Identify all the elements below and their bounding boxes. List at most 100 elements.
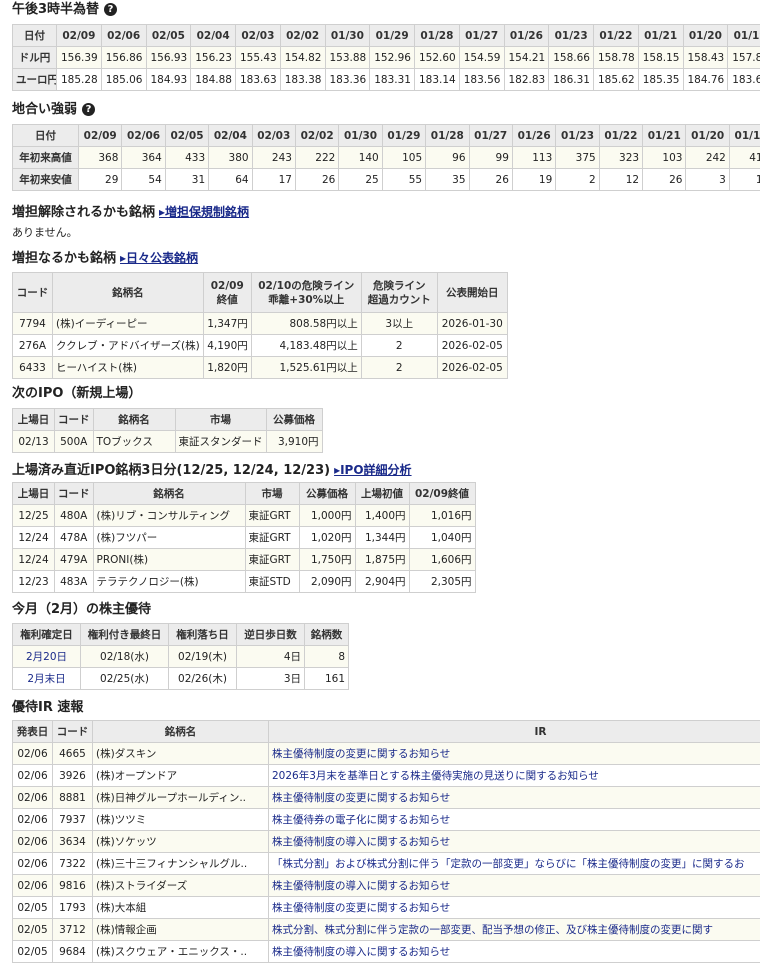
record-date-cell-link[interactable]: 2月末日 xyxy=(27,673,65,685)
date-header-2: 02/05 xyxy=(145,24,192,47)
date-header-5: 02/02 xyxy=(294,124,340,147)
market-cell: 東証スタンダード xyxy=(174,430,267,453)
market-cell: 東証GRT xyxy=(244,526,300,549)
ir-cell[interactable]: 株主優待制度の変更に関するお知らせ xyxy=(268,896,760,919)
price-cell: 3,910円 xyxy=(265,430,323,453)
code-cell: 7322 xyxy=(52,852,93,875)
close-cell: 1,606円 xyxy=(408,548,476,571)
strength-table-wrap: 日付 02/09 02/06 02/05 02/04 02/03 02/02 01/30 01… xyxy=(12,124,760,191)
ir-cell-link[interactable]: 株主優待制度の導入に関するお知らせ xyxy=(272,836,450,848)
name-cell: (株)リブ・コンサルティング xyxy=(92,504,246,527)
date-header-3: 02/04 xyxy=(190,24,236,47)
benefits-title: 今月（2月）の株主優待 xyxy=(12,602,152,617)
date-header-7: 01/29 xyxy=(381,124,427,147)
count-cell: 161 xyxy=(304,667,349,690)
record-date-cell[interactable]: 2月末日 xyxy=(12,667,81,690)
help-icon[interactable]: ? xyxy=(104,3,118,16)
value-cell: 183.63 xyxy=(727,68,760,91)
ir-cell[interactable]: 株主優待制度の変更に関するお知らせ xyxy=(268,786,760,809)
ir-cell[interactable]: 「株式分割」および株式分割に伴う「定款の一部変更」ならびに「株主優待制度の変更」… xyxy=(268,852,760,875)
ir-title: 優待IR 速報 xyxy=(12,700,84,715)
record-date-cell[interactable]: 2月20日 xyxy=(12,645,81,668)
date-header-7: 01/29 xyxy=(369,24,415,47)
price-cell: 2,090円 xyxy=(298,570,356,593)
ir-table-wrap: 発表日 コード 銘柄名 IR 02/06 4665 (株)ダスキン 株主優待制度の変更に関する… xyxy=(12,720,760,970)
ir-row: 02/06 8881 (株)日神グループホールディン.. 株主優待制度の変更に関するお… xyxy=(12,786,760,809)
date-header-15: 01/19 xyxy=(727,24,760,47)
ir-cell-link[interactable]: 株主優待制度の変更に関するお知らせ xyxy=(272,792,450,804)
value-cell: 26 xyxy=(642,168,687,191)
ir-cell-link[interactable]: 「株式分割」および株式分割に伴う「定款の一部変更」ならびに「株主優待制度の変更」… xyxy=(272,858,745,870)
ir-cell[interactable]: 株主優待制度の導入に関するお知らせ xyxy=(268,940,760,963)
ir-row: 02/06 7322 (株)三十三フィナンシャルグル.. 「株式分割」および株式分割に… xyxy=(12,852,760,875)
ir-cell-link[interactable]: 株主優待制度の導入に関するお知らせ xyxy=(272,880,450,892)
close-cell: 4,190円 xyxy=(202,334,252,357)
ir-cell-link[interactable]: 株式分割、株式分割に伴う定款の一部変更、配当予想の修正、及び株主優待制度の変更に… xyxy=(272,924,713,936)
code-cell: 500A xyxy=(54,430,94,453)
strength-row: 年初来高値 368 364 433 380 243 222 140 105 96 99 113 375 3… xyxy=(12,146,760,169)
date-header-6: 01/30 xyxy=(338,124,383,147)
date-header-15: 01/19 xyxy=(728,124,760,147)
ir-cell[interactable]: 2026年3月末を基準日とする株主優待実施の見送りに関するお知らせ xyxy=(268,764,760,787)
name-cell: (株)スクウェア・エニックス・.. xyxy=(92,940,269,963)
value-cell: 3 xyxy=(685,168,730,191)
col-header: コード xyxy=(52,720,93,743)
value-cell: 158.78 xyxy=(593,46,639,69)
name-cell: (株)ツツミ xyxy=(92,808,269,831)
next_ipo-row: 02/13 500A TOブックス 東証スタンダード 3,910円 xyxy=(12,430,323,453)
recent_ipo-row: 12/24 478A (株)フツパー 東証GRT 1,020円 1,344円 1,040円 xyxy=(12,526,476,549)
date-cell: 02/05 xyxy=(12,940,53,963)
code-cell: 483A xyxy=(54,570,94,593)
close-cell: 1,040円 xyxy=(408,526,476,549)
col-header: IR xyxy=(268,720,760,743)
value-cell: 26 xyxy=(468,168,513,191)
value-cell: 368 xyxy=(77,146,123,169)
price-cell: 1,000円 xyxy=(298,504,356,527)
date-header-9: 01/27 xyxy=(458,24,505,47)
margin-regulation-link[interactable]: ▸増担保規制銘柄 xyxy=(159,205,249,219)
value-cell: 158.15 xyxy=(637,46,684,69)
price-cell: 1,750円 xyxy=(298,548,356,571)
col-header: 公募価格 xyxy=(298,482,356,505)
code-cell: 7794 xyxy=(12,312,53,335)
ir-cell-link[interactable]: 株主優待券の電子化に関するお知らせ xyxy=(272,814,450,826)
name-cell: (株)情報企画 xyxy=(92,918,269,941)
value-cell: 185.62 xyxy=(593,68,639,91)
market-cell: 東証GRT xyxy=(244,504,300,527)
ir-cell-link[interactable]: 株主優待制度の変更に関するお知らせ xyxy=(272,748,450,760)
help-icon[interactable]: ? xyxy=(82,103,96,116)
ir-cell[interactable]: 株式分割、株式分割に伴う定款の一部変更、配当予想の修正、及び株主優待制度の変更に… xyxy=(268,918,760,941)
value-cell: 154.21 xyxy=(503,46,550,69)
record-date-cell-link[interactable]: 2月20日 xyxy=(26,651,67,663)
date-header-14: 01/20 xyxy=(685,124,730,147)
code-cell: 480A xyxy=(54,504,94,527)
ir-cell[interactable]: 株主優待制度の変更に関するお知らせ xyxy=(268,742,760,765)
col-name: 銘柄名 xyxy=(52,272,204,313)
days-cell: 4日 xyxy=(236,645,305,668)
ir-row: 02/06 3634 (株)ソケッツ 株主優待制度の導入に関するお知らせ xyxy=(12,830,760,853)
date-cell: 12/25 xyxy=(12,504,55,527)
ipo-analysis-link[interactable]: ▸IPO詳細分析 xyxy=(334,463,412,477)
ir-row: 02/06 3926 (株)オープンドア 2026年3月末を基準日とする株主優待実施の… xyxy=(12,764,760,787)
ir-cell[interactable]: 株主優待制度の導入に関するお知らせ xyxy=(268,874,760,897)
col-header: 権利付き最終日 xyxy=(80,623,169,646)
value-cell: 152.96 xyxy=(369,46,415,69)
value-cell: 152.60 xyxy=(414,46,460,69)
col-header: 02/09終値 xyxy=(408,482,476,505)
ir-cell-link[interactable]: 株主優待制度の変更に関するお知らせ xyxy=(272,902,450,914)
ir-cell-link[interactable]: 2026年3月末を基準日とする株主優待実施の見送りに関するお知らせ xyxy=(272,770,599,782)
ir-cell[interactable]: 株主優待制度の導入に関するお知らせ xyxy=(268,830,760,853)
date-cell: 02/06 xyxy=(12,808,53,831)
value-cell: 158.66 xyxy=(548,46,594,69)
market-cell: 東証GRT xyxy=(244,548,300,571)
margin-release-message: ありません。 xyxy=(12,226,78,239)
ir-cell-link[interactable]: 株主優待制度の導入に関するお知らせ xyxy=(272,946,450,958)
col-header: 上場初値 xyxy=(354,482,410,505)
value-cell: 54 xyxy=(121,168,166,191)
value-cell: 153.88 xyxy=(324,46,371,69)
fx-table-wrap: 日付 02/09 02/06 02/05 02/04 02/03 02/02 01/30 01… xyxy=(12,24,760,91)
value-cell: 35 xyxy=(425,168,470,191)
daily-disclosure-link[interactable]: ▸日々公表銘柄 xyxy=(120,251,198,265)
value-cell: 140 xyxy=(338,146,383,169)
ir-cell[interactable]: 株主優待券の電子化に関するお知らせ xyxy=(268,808,760,831)
